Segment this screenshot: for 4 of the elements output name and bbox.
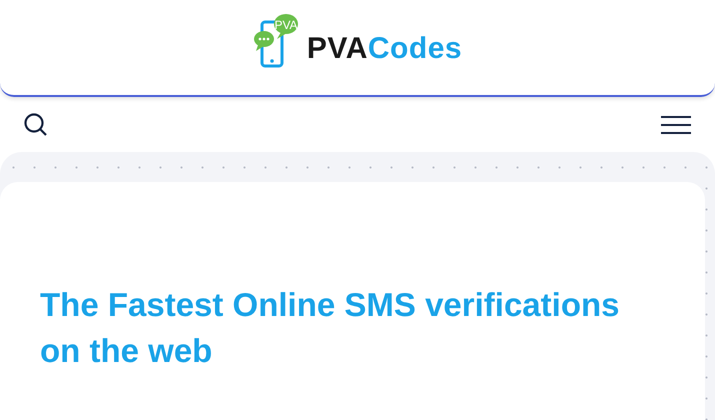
menu-icon[interactable] <box>661 114 691 134</box>
search-icon[interactable] <box>24 112 48 136</box>
brand-name[interactable]: PVACodes <box>306 32 462 66</box>
hero-heading: The Fastest Online SMS verifications on the web <box>40 285 620 371</box>
